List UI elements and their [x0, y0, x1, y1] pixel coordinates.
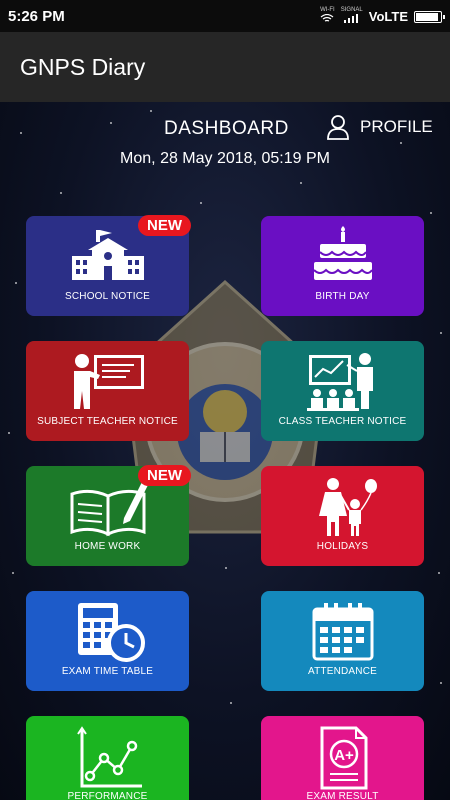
signal-icon — [343, 14, 358, 23]
status-bar: 5:26 PM WI-FI SIGNAL VoLTE — [0, 0, 450, 32]
new-badge: NEW — [138, 215, 191, 236]
tile-class-teacher-notice[interactable]: CLASS TEACHER NOTICE — [261, 341, 424, 441]
profile-label: PROFILE — [360, 117, 433, 136]
user-icon — [327, 115, 349, 140]
school-icon — [71, 230, 144, 280]
status-time: 5:26 PM — [8, 8, 65, 25]
tile-label: SCHOOL NOTICE — [64, 291, 151, 302]
tile-label: CLASS TEACHER NOTICE — [278, 416, 407, 427]
tile-school-notice[interactable]: SCHOOL NOTICE NEW — [26, 215, 191, 316]
battery-level — [416, 12, 439, 21]
tile-birth-day[interactable]: BIRTH DAY — [261, 216, 424, 316]
grade-report-icon: A+ — [320, 726, 367, 790]
tile-label: PERFORMANCE — [67, 791, 148, 800]
signal-indicator: SIGNAL — [341, 7, 363, 26]
tile-label: SUBJECT TEACHER NOTICE — [37, 416, 178, 427]
tile-holidays[interactable]: HOLIDAYS — [261, 466, 424, 566]
tile-home-work[interactable]: HOME WORK NEW — [26, 465, 191, 566]
calculator-clock-icon — [77, 603, 145, 662]
wifi-indicator: WI-FI — [320, 7, 335, 26]
tile-label: HOME WORK — [74, 541, 141, 552]
current-datetime: Mon, 28 May 2018, 05:19 PM — [120, 150, 330, 167]
tile-performance[interactable]: PERFORMANCE — [26, 716, 189, 800]
battery-icon — [414, 10, 445, 23]
network-type: VoLTE — [368, 9, 408, 24]
cake-icon — [312, 226, 373, 280]
tile-label: BIRTH DAY — [315, 291, 370, 302]
dashboard-content[interactable]: DASHBOARD PROFILE Mon, 28 May 2018, 05:1… — [0, 102, 450, 800]
wifi-icon — [321, 13, 334, 22]
tile-label: HOLIDAYS — [316, 541, 369, 552]
tile-label: ATTENDANCE — [307, 666, 378, 677]
wifi-label: WI-FI — [320, 7, 335, 13]
tile-label: EXAM RESULT — [306, 791, 379, 800]
tile-attendance[interactable]: ATTENDANCE — [261, 591, 424, 691]
family-balloon-icon — [318, 478, 377, 536]
tile-exam-time-table[interactable]: EXAM TIME TABLE — [26, 591, 189, 691]
app-title: GNPS Diary — [20, 54, 146, 80]
class-presentation-icon — [306, 353, 373, 411]
tile-subject-teacher-notice[interactable]: SUBJECT TEACHER NOTICE — [26, 341, 189, 441]
profile-button[interactable]: PROFILE — [326, 114, 433, 140]
app-bar: GNPS Diary — [0, 32, 450, 102]
teacher-board-icon — [73, 354, 144, 409]
tile-exam-result[interactable]: A+ EXAM RESULT — [261, 716, 424, 800]
new-badge: NEW — [138, 465, 191, 486]
line-graph-icon — [76, 726, 142, 788]
signal-label: SIGNAL — [340, 7, 363, 13]
calendar-icon — [312, 603, 373, 661]
book-pencil-icon — [70, 482, 148, 537]
dashboard-label: DASHBOARD — [164, 118, 289, 139]
status-indicators: WI-FI SIGNAL VoLTE — [320, 7, 445, 26]
svg-text:A+: A+ — [334, 747, 354, 764]
tile-label: EXAM TIME TABLE — [61, 666, 154, 677]
